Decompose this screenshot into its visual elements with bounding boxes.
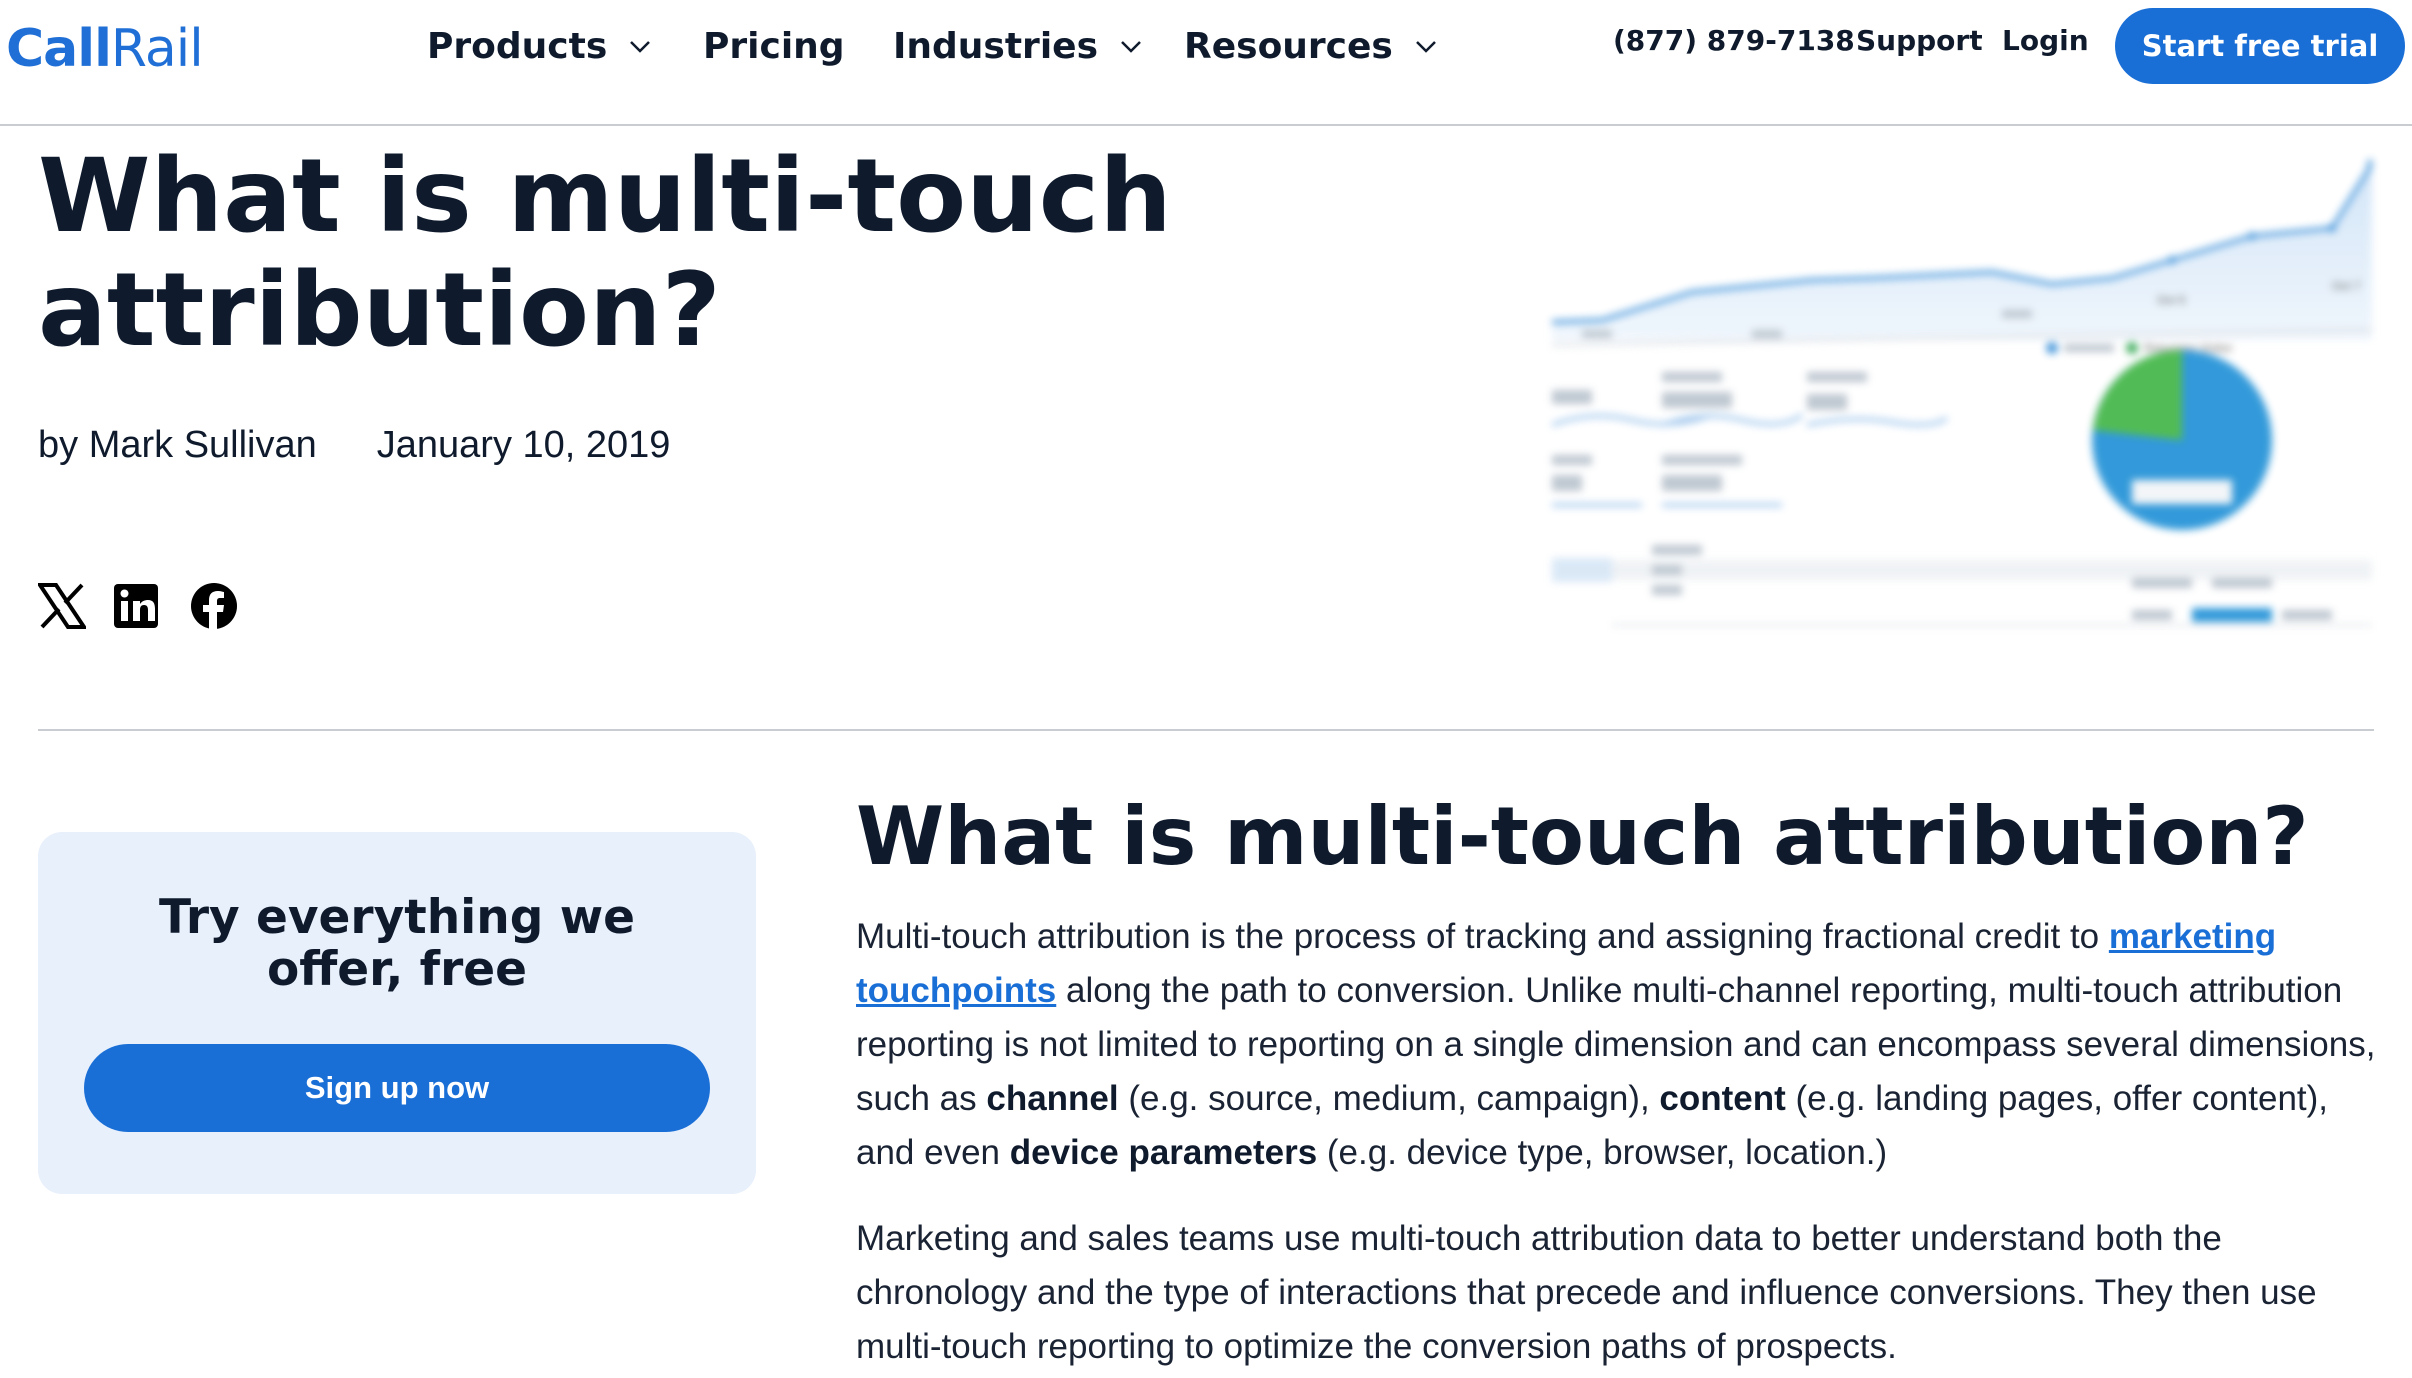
x-icon[interactable]: [36, 580, 88, 632]
facebook-icon[interactable]: [188, 580, 240, 632]
axis-label-oct5: Oct 5: [2157, 293, 2186, 307]
cta-title: Try everything we offer, free: [158, 890, 636, 997]
nav-industries[interactable]: Industries: [893, 18, 1142, 74]
nav-pricing[interactable]: Pricing: [703, 18, 845, 74]
callrail-logo[interactable]: Call Rail: [6, 14, 204, 84]
logo-rail: Rail: [110, 19, 204, 79]
page-title: What is multi-touch attribution?: [38, 140, 1238, 368]
p1-bold-content: content: [1659, 1079, 1786, 1118]
p1-text-5: (e.g. device type, browser, location.): [1317, 1133, 1888, 1172]
signup-cta-card: Try everything we offer, free Sign up no…: [38, 832, 756, 1194]
chevron-down-icon: [1415, 35, 1437, 57]
sign-up-now-button[interactable]: Sign up now: [84, 1044, 710, 1132]
article-paragraph-2: Marketing and sales teams use multi-touc…: [856, 1219, 2317, 1366]
phone-link[interactable]: (877) 879-7138: [1613, 24, 1855, 57]
chevron-down-icon: [629, 35, 651, 57]
p1-bold-device-parameters: device parameters: [1009, 1133, 1318, 1172]
start-free-trial-button[interactable]: Start free trial: [2115, 8, 2405, 84]
login-link[interactable]: Login: [2002, 24, 2089, 57]
p1-bold-channel: channel: [986, 1079, 1119, 1118]
site-header: Call Rail Products Pricing Industries Res…: [0, 0, 2412, 126]
logo-call: Call: [6, 19, 112, 79]
axis-label-oct7: Oct 7: [2332, 279, 2361, 293]
hero-dashboard-image: Oct 5 Oct 7 Returning Visitor: [1551, 140, 2377, 635]
nav-resources-label: Resources: [1184, 25, 1393, 67]
article-paragraph-1: Multi-touch attribution is the process o…: [856, 910, 2376, 1180]
nav-products-label: Products: [427, 25, 608, 67]
nav-products[interactable]: Products: [427, 18, 651, 74]
publish-date: January 10, 2019: [376, 424, 671, 466]
chevron-down-icon: [1120, 35, 1142, 57]
p1-text-3: (e.g. source, medium, campaign),: [1118, 1079, 1660, 1118]
p1-text-1: Multi-touch attribution is the process o…: [856, 917, 2109, 956]
page-title-line1: What is multi-touch: [38, 137, 1172, 256]
nav-pricing-label: Pricing: [703, 25, 845, 67]
nav-industries-label: Industries: [893, 25, 1098, 67]
section-divider: [38, 729, 2374, 731]
article-heading: What is multi-touch attribution?: [856, 790, 2309, 883]
linkedin-icon[interactable]: [110, 580, 162, 632]
support-link[interactable]: Support: [1856, 24, 1983, 57]
nav-resources[interactable]: Resources: [1184, 18, 1437, 74]
page-title-line2: attribution?: [38, 251, 721, 370]
author[interactable]: by Mark Sullivan: [38, 424, 317, 467]
byline: by Mark Sullivan January 10, 2019: [38, 424, 670, 467]
